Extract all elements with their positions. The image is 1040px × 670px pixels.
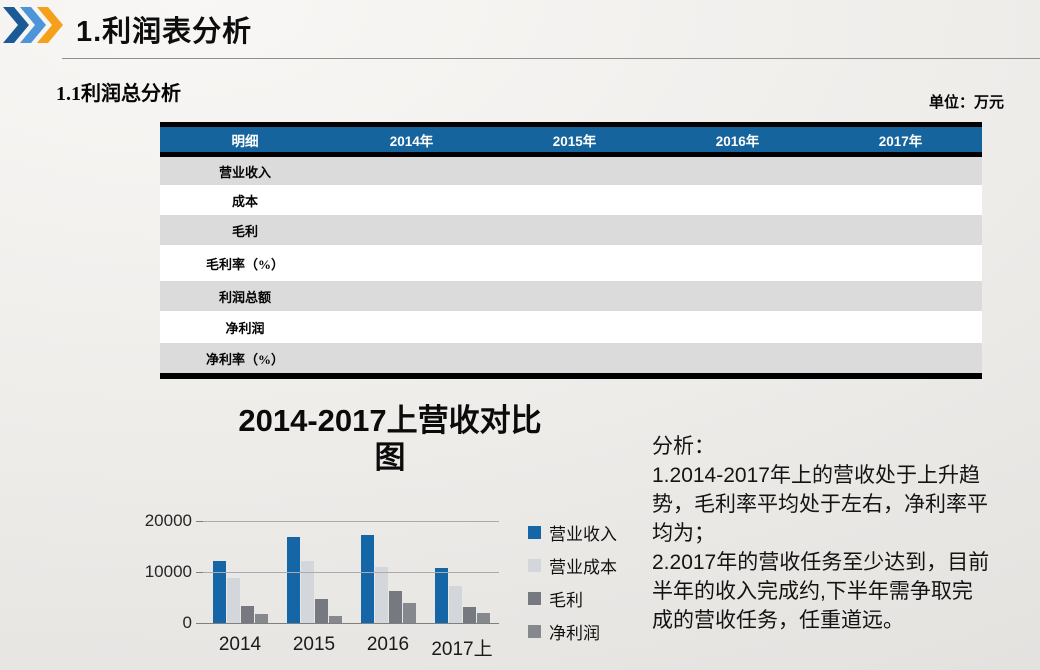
x-tick-label: 2014 xyxy=(203,634,277,661)
table-row-label: 营业收入 xyxy=(160,162,330,181)
bar-净利润-2015 xyxy=(329,616,342,623)
legend-swatch xyxy=(528,592,541,605)
chart-y-axis: 01000020000 xyxy=(140,521,198,623)
legend-swatch xyxy=(528,559,541,572)
table-header-cell: 2014年 xyxy=(330,130,493,150)
legend-item: 净利润 xyxy=(528,622,617,640)
chart-plot xyxy=(203,521,499,623)
bar-营业成本-2014 xyxy=(227,578,240,623)
title-underline xyxy=(62,58,1040,59)
table-header-cell: 明细 xyxy=(160,130,330,150)
table-row: 毛利率（%） xyxy=(160,245,982,281)
bar-净利润-2016 xyxy=(403,603,416,623)
table-row: 利润总额 xyxy=(160,281,982,311)
gridline xyxy=(203,572,499,573)
table-body: 营业收入成本毛利毛利率（%） 利润总额净利润净利率（%） xyxy=(160,157,982,373)
slide-background: 1.利润表分析 1.1利润总分析 单位：万元 明细2014年2015年2016年… xyxy=(0,0,1040,670)
legend-item: 营业收入 xyxy=(528,523,617,541)
table-header-cell: 2017年 xyxy=(819,130,982,150)
table-row: 营业收入 xyxy=(160,157,982,185)
analysis-paragraph: 1.2014-2017年上的营收处于上升趋势，毛利率平均处于左右，净利率平均为； xyxy=(652,461,992,548)
table-row: 成本 xyxy=(160,185,982,215)
bar-营业收入-2015 xyxy=(287,537,300,623)
profit-table: 明细2014年2015年2016年2017年 营业收入成本毛利毛利率（%） 利润总… xyxy=(160,122,982,379)
table-header-row: 明细2014年2015年2016年2017年 xyxy=(160,127,982,152)
legend-item: 毛利 xyxy=(528,589,617,607)
triple-chevron-icon xyxy=(3,7,65,43)
bar-营业成本-2017上 xyxy=(449,586,462,623)
y-tick-mark xyxy=(196,521,203,522)
chart-title: 2014-2017上营收对比 图 xyxy=(195,402,585,476)
slide-title: 1.利润表分析 xyxy=(76,8,252,50)
x-tick-label: 2015 xyxy=(277,634,351,661)
unit-label: 单位：万元 xyxy=(929,91,1004,112)
bar-净利润-2014 xyxy=(255,614,268,623)
gridline xyxy=(203,521,499,522)
bar-毛利-2016 xyxy=(389,591,402,623)
x-axis-line xyxy=(202,623,499,624)
chart-x-axis: 2014201520162017上 xyxy=(203,634,513,661)
chart-legend: 营业收入营业成本毛利净利润 xyxy=(528,523,617,655)
analysis-text: 分析：1.2014-2017年上的营收处于上升趋势，毛利率平均处于左右，净利率平… xyxy=(652,432,992,635)
table-row: 净利润 xyxy=(160,311,982,343)
section-subtitle: 1.1利润总分析 xyxy=(56,77,181,106)
bar-毛利-2014 xyxy=(241,606,254,623)
bar-营业成本-2016 xyxy=(375,567,388,623)
analysis-paragraph: 2.2017年的营收任务至少达到，目前半年的收入完成约,下半年需争取完成的营收任… xyxy=(652,548,992,635)
legend-item: 营业成本 xyxy=(528,556,617,574)
legend-swatch xyxy=(528,625,541,638)
legend-label: 营业收入 xyxy=(549,520,617,545)
table-bottom-border xyxy=(160,373,982,379)
table-header-cell: 2015年 xyxy=(493,130,656,150)
x-tick-label: 2016 xyxy=(351,634,425,661)
analysis-paragraph: 分析： xyxy=(652,432,992,461)
y-tick-label: 10000 xyxy=(145,563,192,581)
legend-label: 毛利 xyxy=(549,586,583,611)
bar-营业收入-2016 xyxy=(361,535,374,623)
x-tick-label: 2017上 xyxy=(425,634,499,661)
y-tick-label: 0 xyxy=(183,614,192,632)
table-row-label: 净利率（%） xyxy=(160,349,330,368)
y-tick-mark xyxy=(196,572,203,573)
table-row-label: 毛利 xyxy=(160,221,330,240)
bar-营业收入-2017上 xyxy=(435,568,448,623)
table-row-label: 利润总额 xyxy=(160,287,330,306)
legend-label: 净利润 xyxy=(549,619,600,644)
bar-毛利-2015 xyxy=(315,599,328,623)
table-row-label: 毛利率（%） xyxy=(160,254,330,273)
legend-swatch xyxy=(528,526,541,539)
table-row-label: 净利润 xyxy=(160,318,330,337)
y-tick-label: 20000 xyxy=(145,512,192,530)
bar-营业收入-2014 xyxy=(213,561,226,623)
bar-营业成本-2015 xyxy=(301,561,314,623)
legend-label: 营业成本 xyxy=(549,553,617,578)
table-row: 毛利 xyxy=(160,215,982,245)
table-row-label: 成本 xyxy=(160,191,330,210)
bar-净利润-2017上 xyxy=(477,613,490,623)
table-header-cell: 2016年 xyxy=(656,130,819,150)
bar-毛利-2017上 xyxy=(463,607,476,623)
table-row: 净利率（%） xyxy=(160,343,982,373)
y-tick-mark xyxy=(196,623,203,624)
